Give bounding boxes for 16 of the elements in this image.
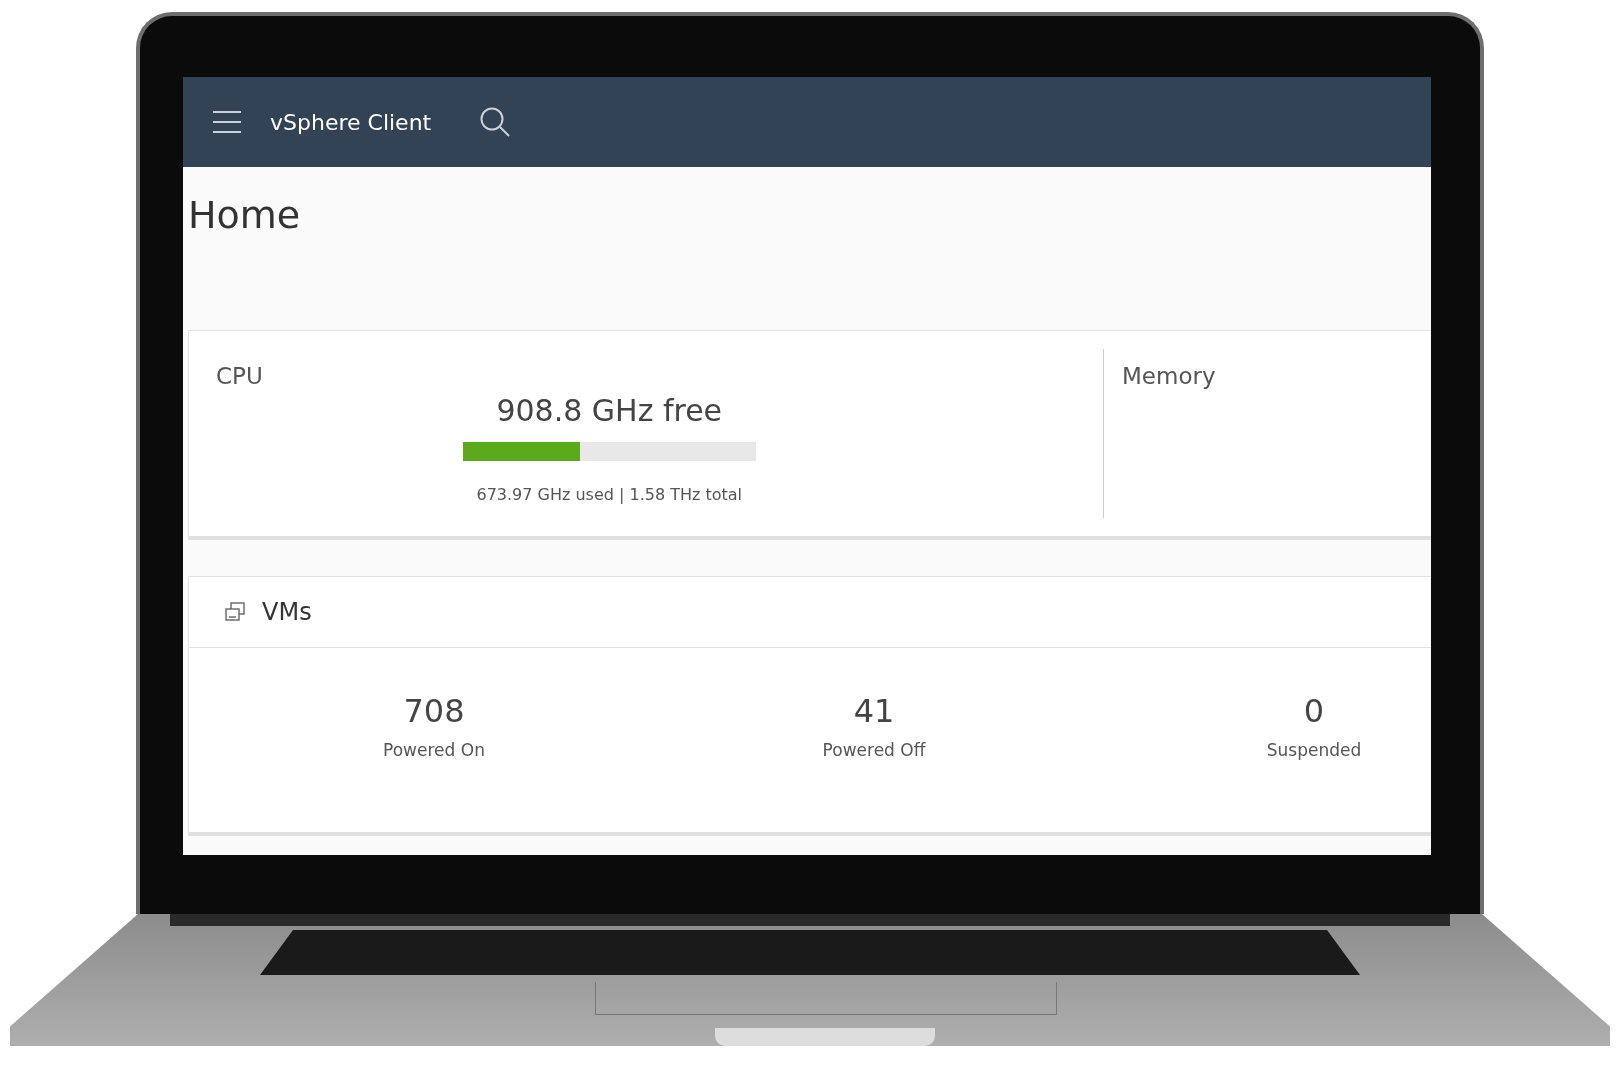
cpu-free-value: 908.8 GHz free [496,392,723,428]
vm-state-label: Powered On [383,739,485,760]
vm-icon [224,600,246,623]
cpu-usage-detail: 673.97 GHz used | 1.58 THz total [476,484,743,504]
vm-count: 708 [403,691,465,730]
search-icon[interactable] [479,106,512,138]
page-title: Home [188,193,302,239]
memory-label: Memory [1122,362,1216,389]
app-title: vSphere Client [270,109,432,135]
menu-icon[interactable] [212,110,242,134]
vm-count: 0 [1303,691,1325,730]
vm-count: 41 [853,691,895,730]
cpu-label: CPU [216,362,263,391]
vm-state-label: Powered Off [822,739,926,760]
vms-title: VMs [262,597,312,626]
vm-state-label: Suspended [1266,739,1362,760]
